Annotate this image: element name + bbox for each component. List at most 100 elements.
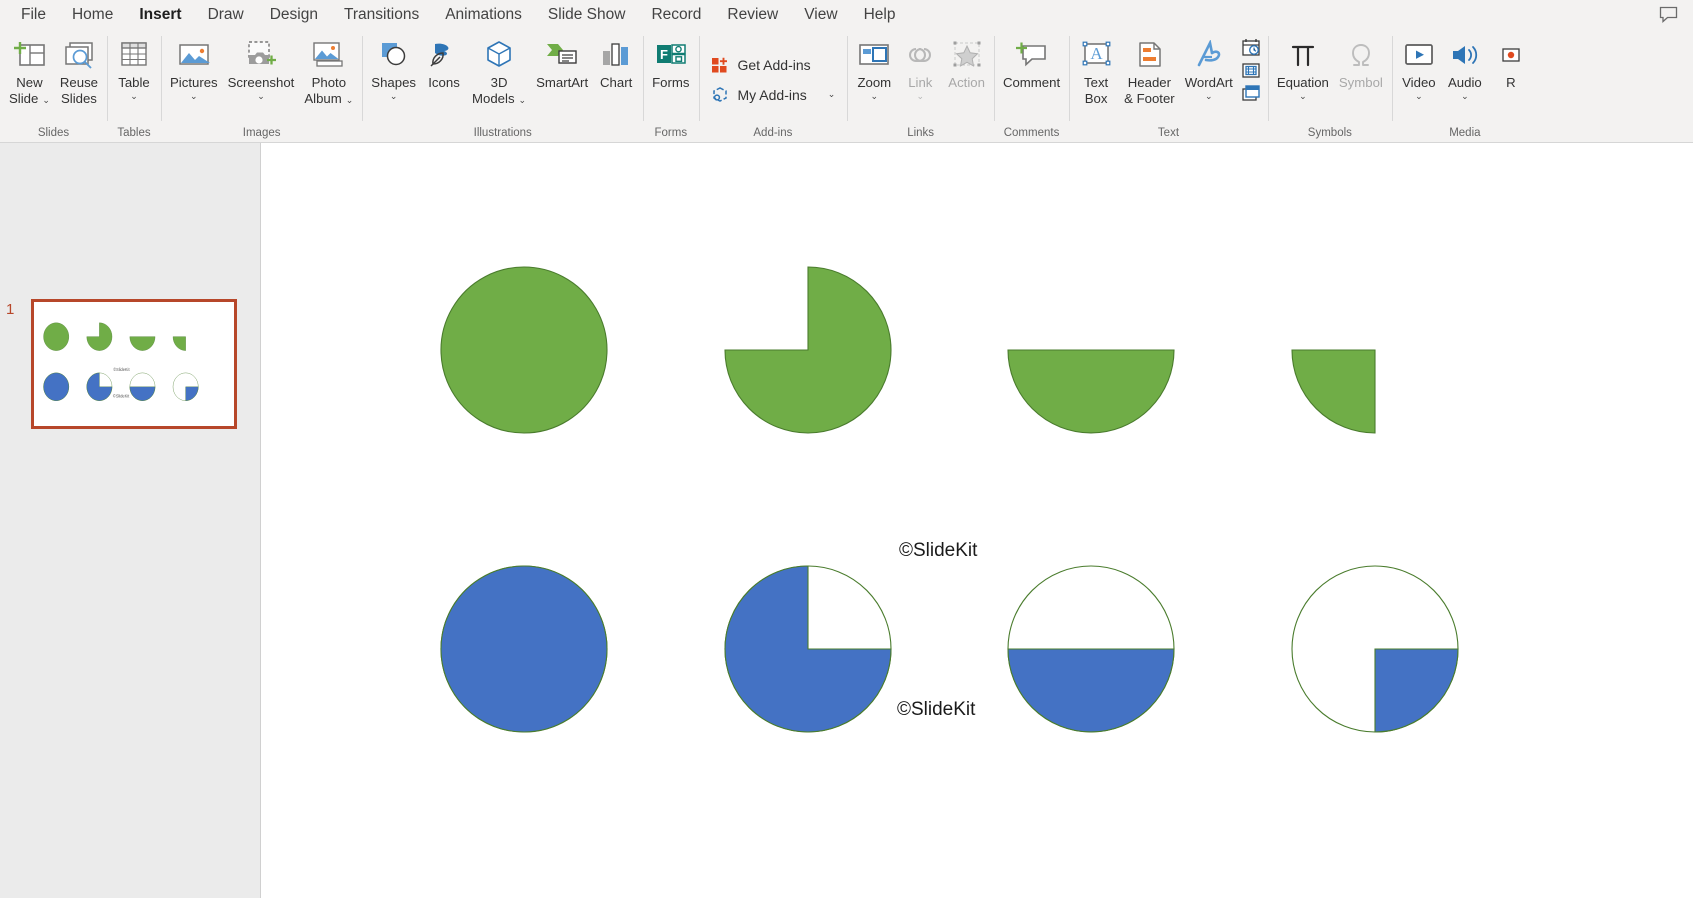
blue-pie-270[interactable]: [87, 373, 112, 401]
link-button: Link⌄: [897, 34, 943, 101]
chevron-down-icon[interactable]: ⌄: [519, 95, 527, 105]
photo-album-icon: [312, 40, 346, 70]
zoom-button[interactable]: Zoom⌄: [851, 34, 897, 101]
chevron-down-icon[interactable]: ⌄: [1461, 92, 1469, 101]
tab-animations[interactable]: Animations: [432, 2, 535, 28]
comments-pane-button[interactable]: [1655, 3, 1681, 25]
equation-button[interactable]: Equation⌄: [1272, 34, 1334, 101]
object-button[interactable]: [1238, 82, 1264, 105]
slide-thumbnail-1[interactable]: ©SlideKit©SlideKit: [31, 299, 237, 429]
comment-icon: [1015, 40, 1049, 70]
green-half-bottom[interactable]: [130, 337, 155, 351]
blue-full-circle[interactable]: [44, 373, 69, 401]
screenshot-button[interactable]: Screenshot⌄: [223, 34, 300, 101]
zoom-icon: [857, 40, 891, 70]
chevron-down-icon[interactable]: ⌄: [871, 92, 879, 101]
slide-number-button[interactable]: [1238, 59, 1264, 82]
icons-button[interactable]: Icons: [421, 34, 467, 91]
tab-transitions[interactable]: Transitions: [331, 2, 432, 28]
table-button[interactable]: Table⌄: [111, 34, 157, 101]
slide-canvas-area[interactable]: ©SlideKit©SlideKit: [261, 143, 1693, 898]
chart-label: Chart: [600, 75, 632, 91]
tab-help[interactable]: Help: [851, 2, 909, 28]
blue-quarter[interactable]: [1292, 566, 1458, 732]
tab-label: File: [21, 6, 46, 23]
blue-half-bottom[interactable]: [130, 373, 155, 401]
wordart-button[interactable]: WordArt⌄: [1180, 34, 1238, 101]
chevron-down-icon[interactable]: ⌄: [190, 92, 198, 101]
reuse-slides-button[interactable]: Reuse Slides: [55, 34, 103, 106]
workspace: 1 ©SlideKit©SlideKit ©SlideKit©SlideKit: [0, 143, 1693, 898]
new-slide-label: New Slide⌄: [9, 75, 50, 108]
table-label: Table: [118, 75, 150, 91]
3d-models-button[interactable]: 3D Models⌄: [467, 34, 531, 108]
my-add-ins-button[interactable]: My Add-ins⌄: [703, 80, 844, 110]
tab-draw[interactable]: Draw: [195, 2, 257, 28]
ribbon-group-text: A Text Box Header & Footer WordArt⌄ Text: [1069, 30, 1268, 143]
ribbon-group-tables: Table⌄Tables: [107, 30, 161, 143]
chart-icon: [599, 40, 633, 70]
tab-label: View: [804, 6, 837, 23]
smartart-icon: [545, 40, 579, 70]
green-quarter[interactable]: [1292, 350, 1375, 433]
audio-icon: [1448, 40, 1482, 70]
green-full-circle-fill: [44, 323, 69, 351]
tab-design[interactable]: Design: [257, 2, 331, 28]
get-add-ins-button[interactable]: Get Add-ins: [703, 50, 819, 80]
slide-shapes[interactable]: [378, 143, 1693, 883]
green-quarter-fill: [1292, 350, 1375, 433]
blue-full-circle[interactable]: [441, 566, 607, 732]
text-box-button[interactable]: A Text Box: [1073, 34, 1119, 106]
video-button[interactable]: Video⌄: [1396, 34, 1442, 101]
tab-home[interactable]: Home: [59, 2, 126, 28]
tab-review[interactable]: Review: [714, 2, 791, 28]
chevron-down-icon[interactable]: ⌄: [1415, 92, 1423, 101]
chevron-down-icon[interactable]: ⌄: [1205, 92, 1213, 101]
chevron-down-icon[interactable]: ⌄: [390, 92, 398, 101]
r-button[interactable]: R: [1488, 34, 1534, 91]
slide-editing-surface[interactable]: ©SlideKit©SlideKit: [378, 143, 1693, 883]
blue-pie-270[interactable]: [725, 566, 891, 732]
tab-label: Review: [727, 6, 778, 23]
chevron-down-icon[interactable]: ⌄: [1299, 92, 1307, 101]
chevron-down-icon[interactable]: ⌄: [346, 95, 354, 105]
green-full-circle[interactable]: [44, 323, 69, 351]
3d-models-icon: [482, 40, 516, 70]
audio-button[interactable]: Audio⌄: [1442, 34, 1488, 101]
tab-view[interactable]: View: [791, 2, 850, 28]
tab-slide-show[interactable]: Slide Show: [535, 2, 639, 28]
chevron-down-icon[interactable]: ⌄: [257, 92, 265, 101]
date-time-button[interactable]: [1238, 36, 1264, 59]
blue-half-bottom[interactable]: [1008, 566, 1174, 732]
pictures-button[interactable]: Pictures⌄: [165, 34, 223, 101]
forms-button[interactable]: F Forms: [647, 34, 694, 91]
blue-quarter[interactable]: [173, 373, 198, 401]
green-full-circle[interactable]: [441, 267, 607, 433]
link-icon: [903, 40, 937, 70]
green-quarter[interactable]: [173, 337, 186, 351]
photo-album-button[interactable]: Photo Album⌄: [299, 34, 358, 108]
green-pie-270[interactable]: [87, 323, 112, 351]
chart-button[interactable]: Chart: [593, 34, 639, 91]
chevron-down-icon[interactable]: ⌄: [828, 89, 836, 100]
pictures-icon: [177, 40, 211, 70]
tab-record[interactable]: Record: [638, 2, 714, 28]
video-icon: [1402, 40, 1436, 70]
chevron-down-icon[interactable]: ⌄: [42, 95, 50, 105]
green-half-bottom[interactable]: [1008, 350, 1174, 433]
new-slide-button[interactable]: New Slide⌄: [4, 34, 55, 108]
slide-thumbnail-pane[interactable]: 1 ©SlideKit©SlideKit: [0, 143, 261, 898]
smartart-button[interactable]: SmartArt: [531, 34, 593, 91]
comment-button[interactable]: Comment: [998, 34, 1065, 91]
chevron-down-icon[interactable]: ⌄: [130, 92, 138, 101]
video-label: Video: [1402, 75, 1436, 91]
watermark-text: ©SlideKit: [899, 540, 977, 562]
tab-insert[interactable]: Insert: [126, 2, 194, 28]
green-full-circle-fill: [441, 267, 607, 433]
shapes-button[interactable]: Shapes⌄: [366, 34, 421, 101]
green-half-bottom-fill: [1008, 350, 1174, 433]
header-footer-button[interactable]: Header & Footer: [1119, 34, 1180, 106]
tab-file[interactable]: File: [8, 2, 59, 28]
symbol-icon: [1344, 40, 1378, 70]
green-pie-270[interactable]: [725, 267, 891, 433]
